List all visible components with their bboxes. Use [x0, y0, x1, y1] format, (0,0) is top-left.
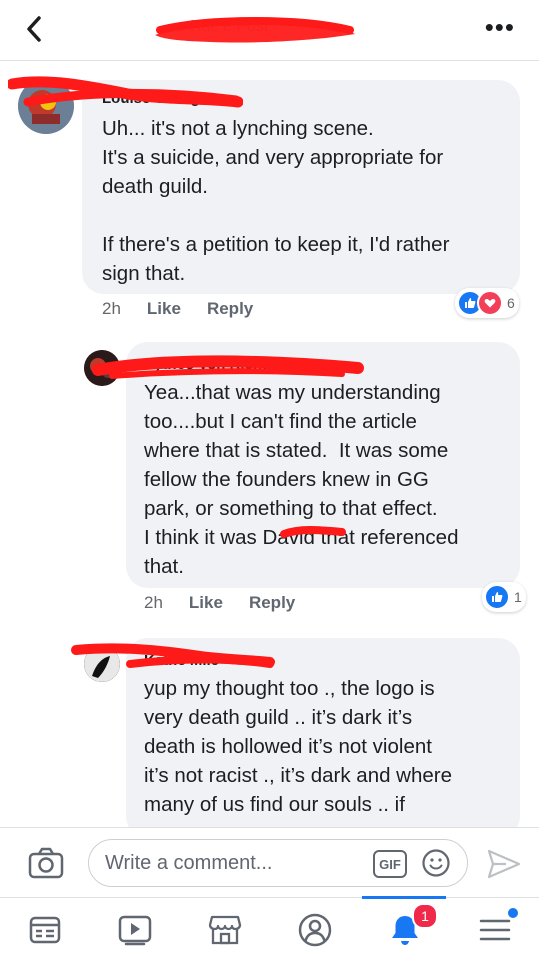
send-icon[interactable]: [486, 848, 522, 880]
comment-time: 2h: [144, 593, 163, 612]
comment-composer: Write a comment... GIF: [0, 827, 539, 898]
reaction-count: 1: [514, 589, 522, 605]
comment-author[interactable]: Kathe Mile: [144, 652, 219, 669]
comment-actions: 2h Like Reply: [144, 593, 321, 613]
comment-input-placeholder: Write a comment...: [105, 852, 273, 874]
marketplace-icon: [208, 915, 242, 944]
avatar[interactable]: [84, 350, 120, 386]
tab-marketplace[interactable]: [180, 898, 270, 961]
like-reaction-icon: [484, 584, 510, 610]
reaction-summary[interactable]: 1: [482, 582, 526, 612]
reaction-summary[interactable]: 6: [455, 288, 519, 318]
comment-text: yup my thought too ., the logo is very d…: [144, 677, 453, 824]
gif-button[interactable]: GIF: [373, 850, 407, 878]
reaction-count: 6: [507, 295, 515, 311]
emoji-icon[interactable]: [421, 848, 451, 878]
comment-text: Yea...that was my understanding too....b…: [144, 381, 459, 578]
comment-actions: 2h Like Reply: [102, 299, 279, 319]
comment-input[interactable]: Write a comment... GIF: [88, 839, 468, 887]
menu-notification-dot: [508, 908, 518, 918]
love-reaction-icon: [477, 290, 503, 316]
menu-icon: [479, 919, 511, 940]
top-bar: Rac e Post •••: [0, 0, 539, 61]
news-feed-icon: [29, 916, 61, 943]
active-tab-indicator: [362, 896, 446, 899]
comment-time: 2h: [102, 299, 121, 318]
avatar-image-icon: [84, 646, 120, 682]
avatar[interactable]: [18, 78, 74, 134]
bottom-tab-bar: 1: [0, 896, 539, 961]
more-options-icon[interactable]: •••: [485, 12, 515, 43]
comment-author[interactable]: Pythos Von Richthofen: [144, 356, 308, 373]
like-button[interactable]: Like: [189, 593, 223, 612]
notification-badge: 1: [412, 903, 438, 929]
comment-text: Uh... it's not a lynching scene. It's a …: [102, 117, 450, 285]
avatar-image-icon: [84, 350, 120, 386]
like-button[interactable]: Like: [147, 299, 181, 318]
back-arrow-icon[interactable]: [20, 14, 50, 44]
tab-notifications[interactable]: [360, 898, 450, 961]
tab-watch[interactable]: [90, 898, 180, 961]
reply-button[interactable]: Reply: [249, 593, 295, 612]
avatar-image-icon: [18, 78, 74, 134]
profile-icon: [298, 913, 332, 946]
comment-author[interactable]: Louise Young: [102, 90, 200, 107]
tab-news-feed[interactable]: [0, 898, 90, 961]
page-title: Rac e Post: [190, 18, 269, 35]
avatar[interactable]: [84, 646, 120, 682]
reply-button[interactable]: Reply: [207, 299, 253, 318]
tab-menu[interactable]: [450, 898, 539, 961]
video-icon: [118, 915, 152, 945]
tab-profile[interactable]: [270, 898, 360, 961]
camera-icon[interactable]: [28, 847, 64, 879]
